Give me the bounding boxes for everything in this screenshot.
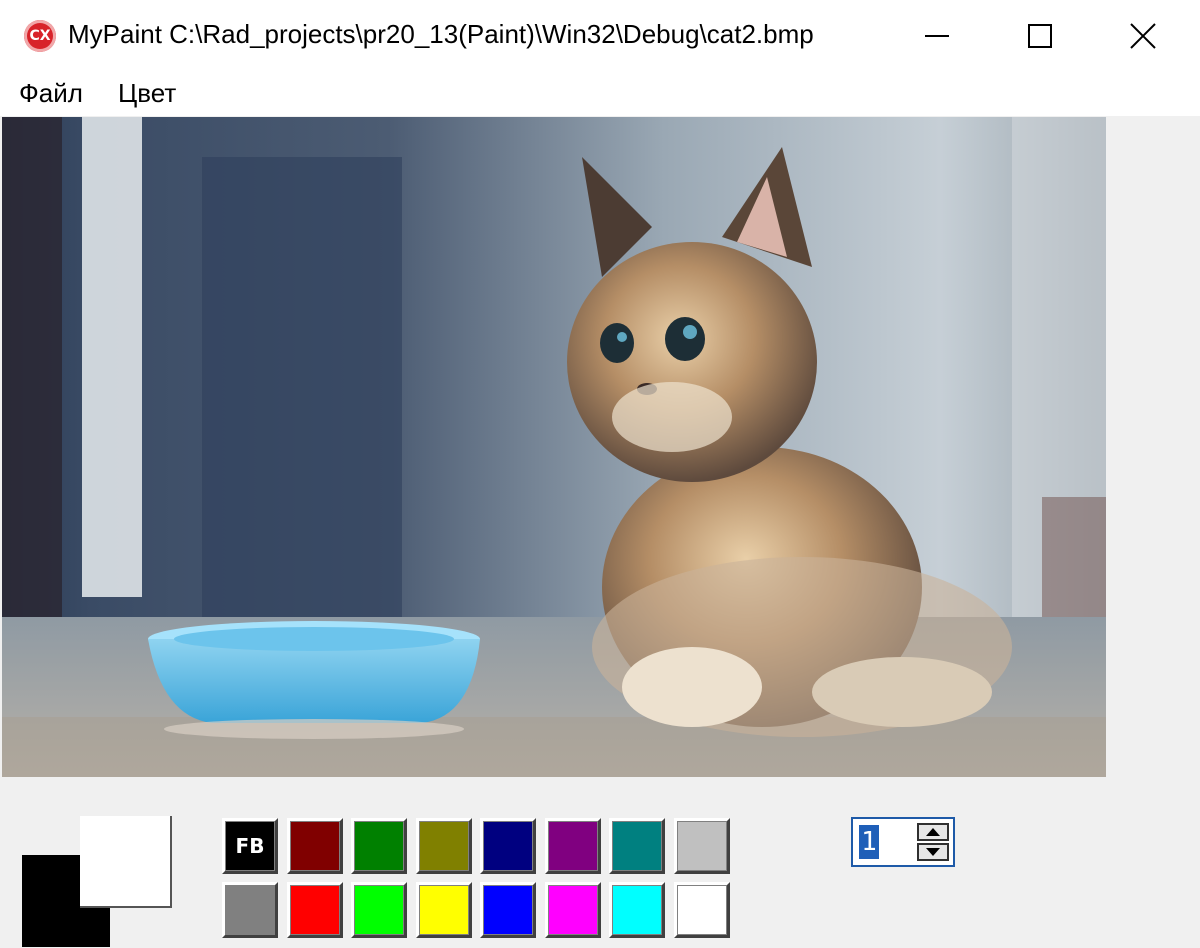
swatch-color — [676, 821, 727, 871]
swatch-color — [418, 821, 469, 871]
palette-swatch[interactable] — [351, 818, 407, 874]
swatch-color — [354, 821, 404, 871]
swatch-color — [225, 885, 275, 935]
spin-down-button[interactable] — [917, 843, 949, 861]
palette-swatch[interactable] — [480, 882, 536, 938]
swatch-color — [418, 885, 469, 935]
menu-bar: Файл Цвет — [0, 72, 1200, 116]
title-bar: CX MyPaint C:\Rad_projects\pr20_13(Paint… — [0, 0, 1200, 72]
palette-swatch[interactable] — [351, 882, 407, 938]
close-button[interactable] — [1093, 0, 1193, 72]
swatch-color — [483, 821, 533, 871]
arrow-down-icon — [926, 848, 940, 856]
spin-up-button[interactable] — [917, 823, 949, 841]
palette-swatch[interactable] — [415, 818, 472, 874]
palette-swatch[interactable] — [222, 882, 278, 938]
minimize-button[interactable] — [887, 0, 987, 72]
palette-swatch[interactable] — [286, 882, 343, 938]
swatch-color — [612, 885, 662, 935]
fb-label: FB — [235, 834, 265, 858]
kitten-photo — [2, 117, 1106, 777]
swatch-color — [483, 885, 533, 935]
palette-swatch[interactable] — [609, 818, 665, 874]
menu-color[interactable]: Цвет — [116, 78, 178, 109]
drawing-canvas[interactable] — [2, 117, 1106, 777]
swatch-color — [354, 885, 404, 935]
swatch-color — [612, 821, 662, 871]
swatch-color — [547, 885, 598, 935]
swatch-color — [547, 821, 598, 871]
swatch-color — [289, 885, 340, 935]
palette-swatch[interactable] — [544, 818, 601, 874]
close-icon — [1130, 23, 1156, 49]
background-color-indicator — [80, 816, 172, 908]
palette-swatch[interactable] — [673, 882, 730, 938]
palette-swatch[interactable] — [415, 882, 472, 938]
palette-swatch[interactable]: FB — [222, 818, 278, 874]
palette-swatch[interactable] — [480, 818, 536, 874]
palette-swatch[interactable] — [673, 818, 730, 874]
window-title: MyPaint C:\Rad_projects\pr20_13(Paint)\W… — [68, 19, 814, 49]
arrow-up-icon — [926, 828, 940, 836]
menu-file[interactable]: Файл — [17, 78, 85, 109]
palette-swatch[interactable] — [609, 882, 665, 938]
minimize-icon — [925, 35, 949, 37]
swatch-color — [676, 885, 727, 935]
app-icon[interactable]: CX — [24, 20, 56, 52]
swatch-color — [289, 821, 340, 871]
maximize-icon — [1028, 24, 1052, 48]
palette-swatch[interactable] — [544, 882, 601, 938]
pen-width-spinner[interactable]: 1 — [851, 817, 955, 867]
pen-width-value[interactable]: 1 — [859, 825, 879, 859]
palette-swatch[interactable] — [286, 818, 343, 874]
maximize-button[interactable] — [990, 0, 1090, 72]
